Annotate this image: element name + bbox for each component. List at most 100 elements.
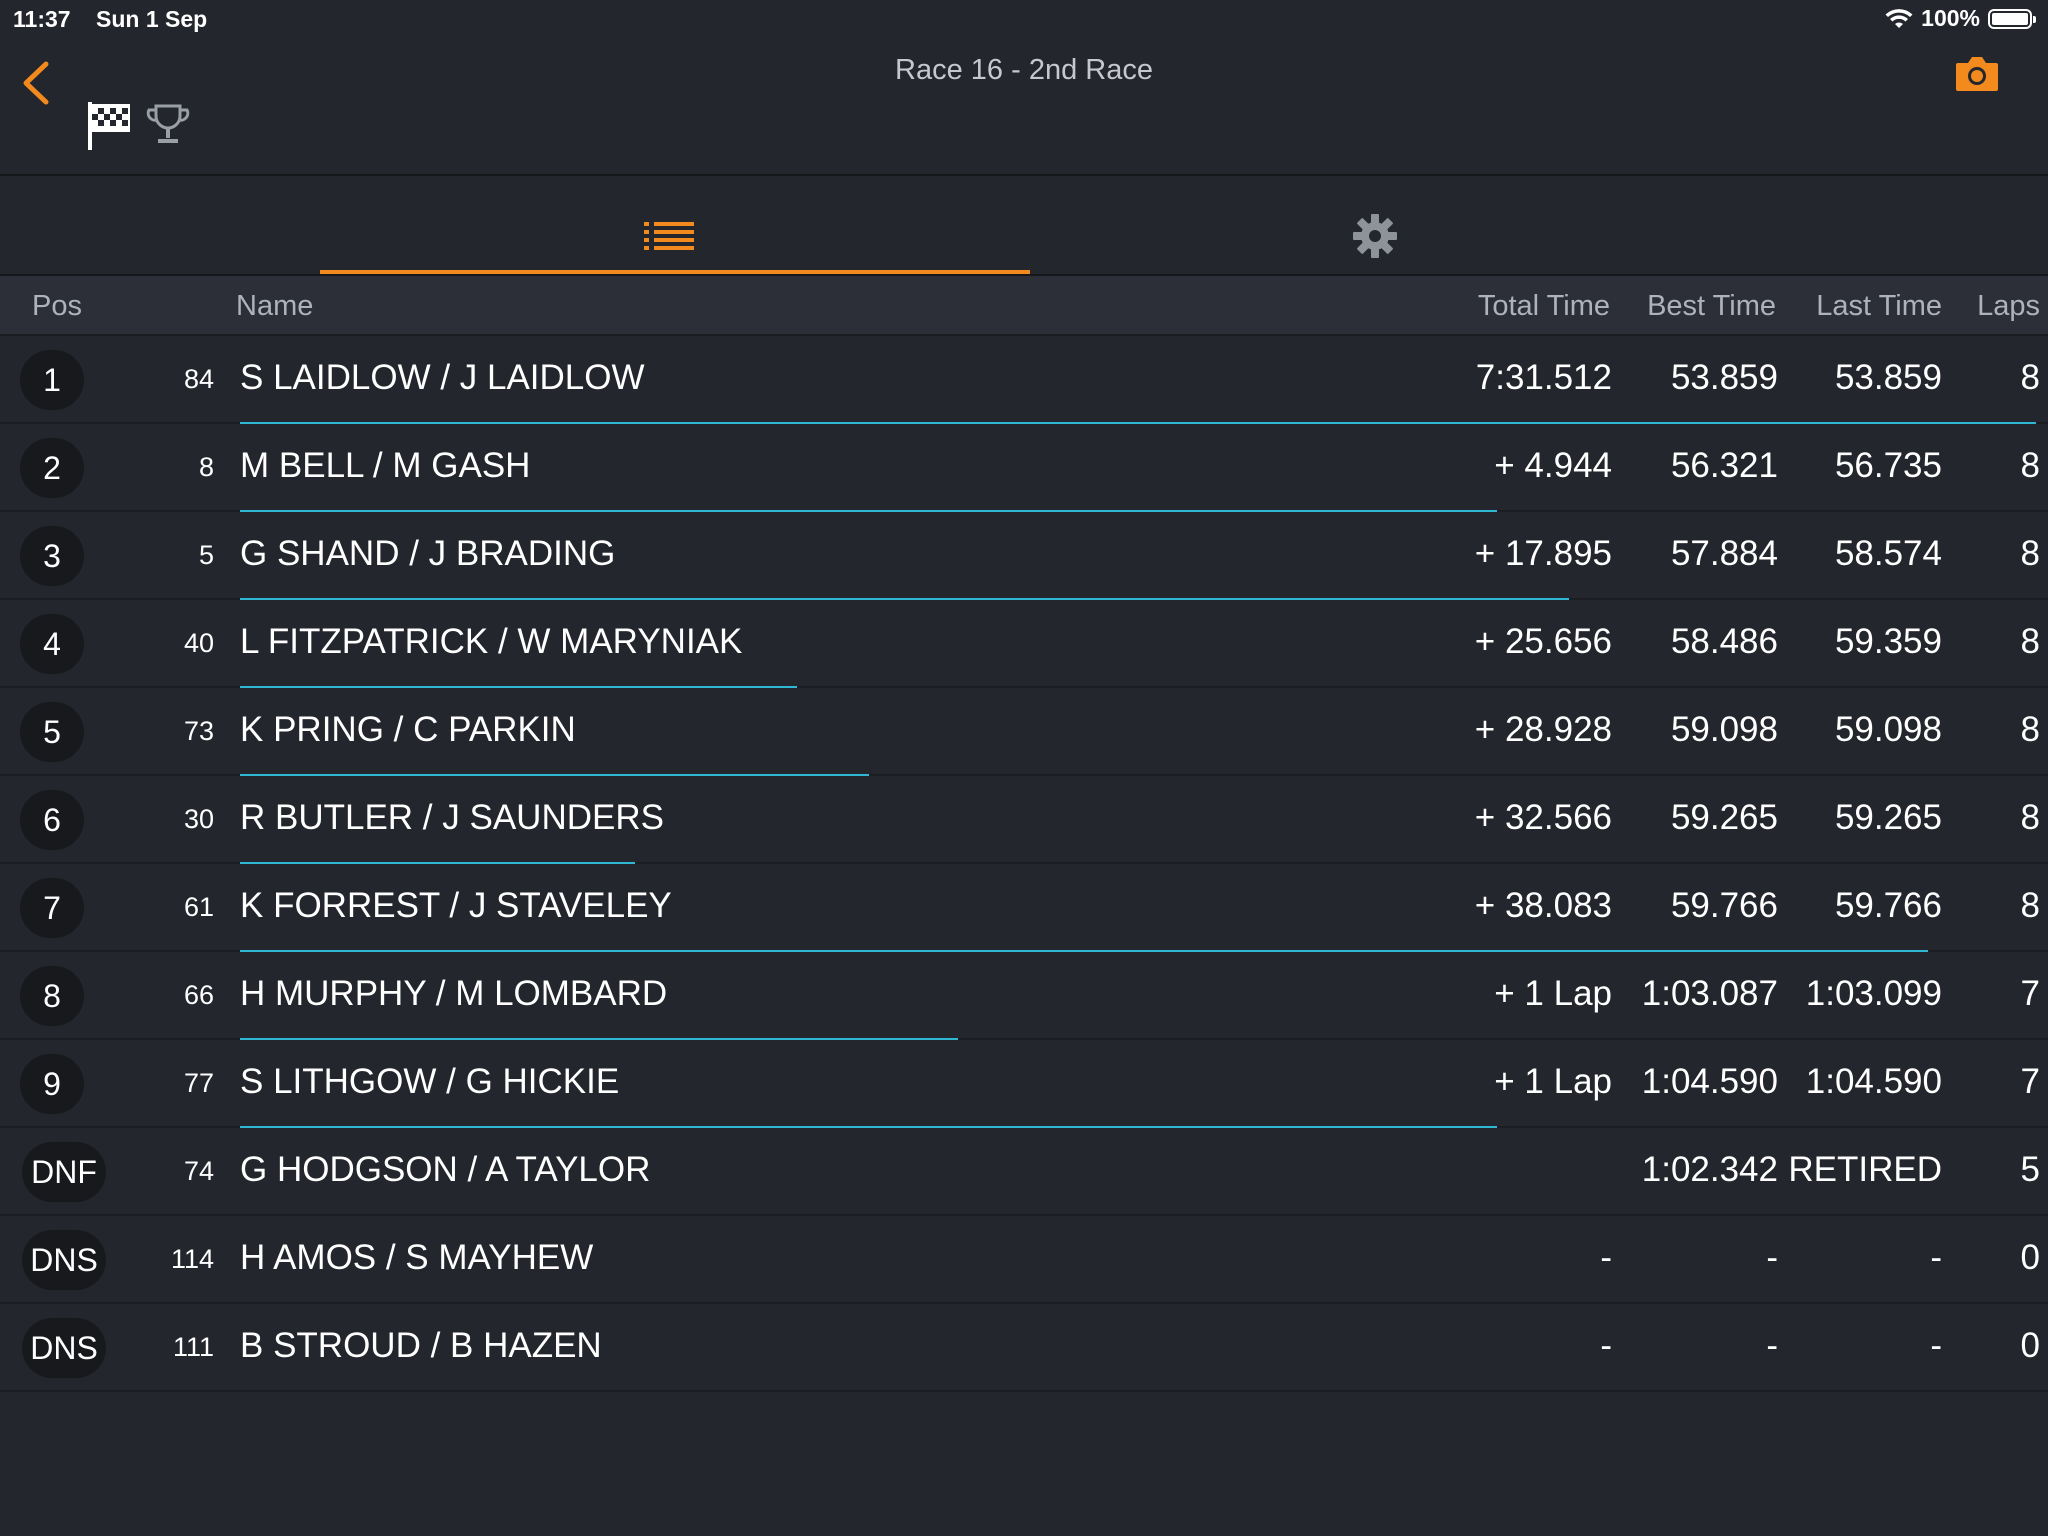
best-time: 1:04.590 — [1641, 1062, 1778, 1101]
driver-names: G HODGSON / A TAYLOR — [240, 1150, 651, 1189]
result-row[interactable]: 6 30 R BUTLER / J SAUNDERS + 32.566 59.265 59… — [0, 776, 2048, 864]
total-time: - — [1600, 1326, 1612, 1365]
best-time: 59.766 — [1670, 886, 1778, 925]
tab-results-list[interactable] — [320, 176, 1030, 274]
total-time: + 1 Lap — [1494, 1062, 1612, 1101]
page-title: Race 16 - 2nd Race — [895, 54, 1153, 86]
checkered-flag-icon — [88, 102, 130, 150]
result-row[interactable]: 7 61 K FORREST / J STAVELEY + 38.083 59.766 5… — [0, 864, 2048, 952]
navigation-bar: Race 16 - 2nd Race — [0, 40, 2048, 176]
col-total-time: Total Time — [1477, 290, 1610, 322]
total-time: 7:31.512 — [1475, 358, 1612, 397]
best-time: - — [1766, 1238, 1778, 1277]
total-time: + 38.083 — [1474, 886, 1612, 925]
position-badge: 2 — [20, 438, 84, 498]
tab-bar — [0, 176, 2048, 276]
col-laps: Laps — [1977, 290, 2040, 322]
best-time: 59.265 — [1670, 798, 1778, 837]
driver-names: H MURPHY / M LOMBARD — [240, 974, 668, 1013]
trophy-icon — [146, 104, 190, 143]
status-time: 11:37 — [13, 6, 71, 32]
position-badge: DNS — [22, 1318, 106, 1378]
total-time: + 1 Lap — [1494, 974, 1612, 1013]
last-time: 56.735 — [1834, 446, 1942, 485]
result-row[interactable]: 2 8 M BELL / M GASH + 4.944 56.321 56.735 8 — [0, 424, 2048, 512]
car-number: 73 — [183, 716, 214, 746]
position-badge: 9 — [20, 1054, 84, 1114]
total-time: + 25.656 — [1474, 622, 1612, 661]
last-time: RETIRED — [1788, 1150, 1942, 1189]
position-badge: 1 — [20, 350, 84, 410]
car-number: 77 — [183, 1068, 214, 1098]
result-row[interactable]: 9 77 S LITHGOW / G HICKIE + 1 Lap 1:04.590 1:… — [0, 1040, 2048, 1128]
best-time: 1:02.342 — [1641, 1150, 1778, 1189]
trophy-button[interactable] — [146, 102, 190, 153]
car-number: 30 — [183, 804, 214, 834]
position-badge: 4 — [20, 614, 84, 674]
total-time: - — [1600, 1238, 1612, 1277]
camera-button[interactable] — [1954, 54, 2000, 99]
total-time: + 32.566 — [1474, 798, 1612, 837]
laps: 0 — [2020, 1326, 2040, 1365]
laps: 8 — [2020, 358, 2040, 397]
driver-names: R BUTLER / J SAUNDERS — [240, 798, 664, 837]
tab-settings[interactable] — [1020, 176, 1730, 274]
result-row[interactable]: 1 84 S LAIDLOW / J LAIDLOW 7:31.512 53.859 53… — [0, 336, 2048, 424]
result-row[interactable]: 3 5 G SHAND / J BRADING + 17.895 57.884 58.57… — [0, 512, 2048, 600]
driver-names: L FITZPATRICK / W MARYNIAK — [240, 622, 743, 661]
driver-names: M BELL / M GASH — [240, 446, 531, 485]
driver-names: G SHAND / J BRADING — [240, 534, 616, 573]
last-time: 1:03.099 — [1805, 974, 1942, 1013]
laps: 0 — [2020, 1238, 2040, 1277]
best-time: 1:03.087 — [1641, 974, 1778, 1013]
car-number: 66 — [183, 980, 214, 1010]
last-time: - — [1930, 1238, 1942, 1277]
laps: 8 — [2020, 534, 2040, 573]
best-time: 56.321 — [1670, 446, 1778, 485]
last-time: 59.766 — [1834, 886, 1942, 925]
last-time: 53.859 — [1834, 358, 1942, 397]
car-number: 114 — [170, 1244, 214, 1274]
car-number: 74 — [183, 1156, 214, 1186]
position-badge: 7 — [20, 878, 84, 938]
car-number: 40 — [183, 628, 214, 658]
col-name: Name — [236, 290, 314, 322]
laps: 8 — [2020, 622, 2040, 661]
laps: 5 — [2020, 1150, 2040, 1189]
laps: 7 — [2020, 1062, 2040, 1101]
status-bar: 11:37 Sun 1 Sep 100% — [0, 0, 2048, 40]
total-time: + 4.944 — [1494, 446, 1612, 485]
camera-icon — [1956, 57, 1998, 91]
result-row[interactable]: 4 40 L FITZPATRICK / W MARYNIAK + 25.656 58.… — [0, 600, 2048, 688]
total-time: + 17.895 — [1474, 534, 1612, 573]
results-list: 1 84 S LAIDLOW / J LAIDLOW 7:31.512 53.859 53… — [0, 336, 2048, 1392]
result-row[interactable]: DNS 111 B STROUD / B HAZEN - - - 0 — [0, 1304, 2048, 1392]
laps: 8 — [2020, 886, 2040, 925]
result-row[interactable]: DNF 74 G HODGSON / A TAYLOR 1:02.342 RETIRED… — [0, 1128, 2048, 1216]
col-best-time: Best Time — [1647, 290, 1776, 322]
position-badge: 3 — [20, 526, 84, 586]
results-column-header: Pos Name Total Time Best Time Last Time … — [0, 276, 2048, 336]
last-time: 1:04.590 — [1805, 1062, 1942, 1101]
status-date: Sun 1 Sep — [96, 6, 208, 32]
wifi-icon — [1885, 8, 1913, 28]
total-time: + 28.928 — [1474, 710, 1612, 749]
col-pos: Pos — [32, 290, 82, 322]
result-row[interactable]: DNS 114 H AMOS / S MAYHEW - - - 0 — [0, 1216, 2048, 1304]
last-time: 58.574 — [1834, 534, 1942, 573]
race-flag-button[interactable] — [86, 100, 132, 157]
position-badge: 5 — [20, 702, 84, 762]
result-row[interactable]: 8 66 H MURPHY / M LOMBARD + 1 Lap 1:03.087 1:… — [0, 952, 2048, 1040]
car-number: 111 — [172, 1332, 214, 1362]
laps: 8 — [2020, 446, 2040, 485]
result-row[interactable]: 5 73 K PRING / C PARKIN + 28.928 59.098 59.09… — [0, 688, 2048, 776]
laps: 8 — [2020, 798, 2040, 837]
best-time: 57.884 — [1670, 534, 1778, 573]
best-time: 59.098 — [1670, 710, 1778, 749]
position-badge: DNS — [22, 1230, 106, 1290]
driver-names: S LITHGOW / G HICKIE — [240, 1062, 620, 1101]
laps: 7 — [2020, 974, 2040, 1013]
laps: 8 — [2020, 710, 2040, 749]
car-number: 8 — [198, 452, 214, 482]
battery-icon — [1988, 8, 2036, 29]
